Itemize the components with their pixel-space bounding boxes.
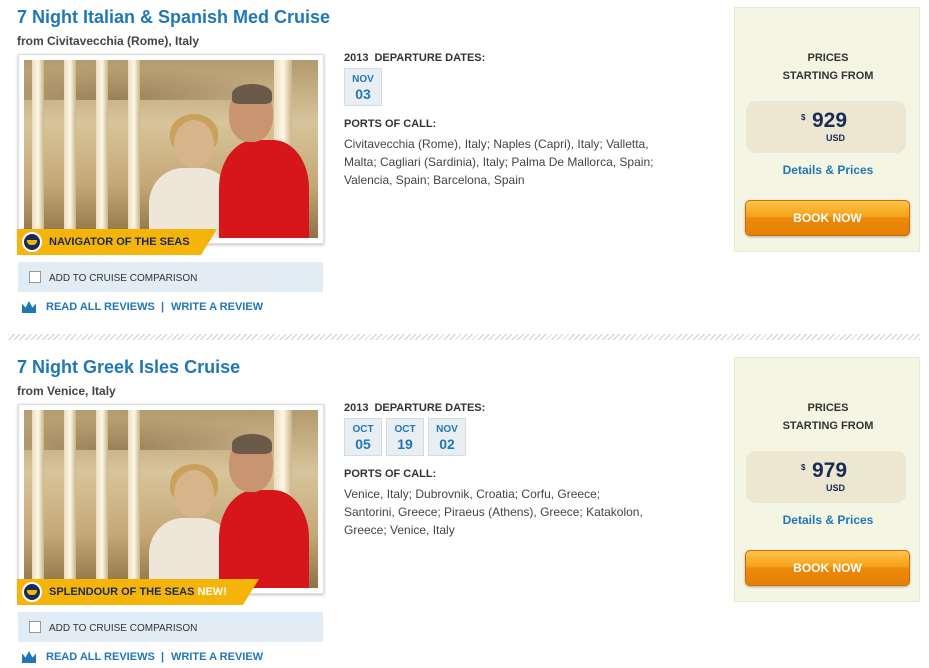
cruise-listing: 7 Night Italian & Spanish Med Cruise fro… xyxy=(0,0,929,330)
starting-from-label: STARTING FROM xyxy=(782,70,874,82)
date-month: NOV xyxy=(352,74,374,85)
departure-date-button[interactable]: OCT 05 xyxy=(344,418,382,456)
cruise-title-link[interactable]: 7 Night Italian & Spanish Med Cruise xyxy=(17,7,330,28)
ship-icon xyxy=(22,582,42,602)
prices-heading: PRICES STARTING FROM xyxy=(735,399,921,435)
compare-checkbox[interactable] xyxy=(29,621,41,633)
currency-code: USD xyxy=(826,483,846,493)
compare-label[interactable]: ADD TO CRUISE COMPARISON xyxy=(49,273,197,284)
departure-port: from Venice, Italy xyxy=(17,384,116,398)
details-prices-link[interactable]: Details & Prices xyxy=(735,163,921,177)
ship-name: SPLENDOUR OF THE SEAS xyxy=(49,586,195,598)
departure-year: 2013 xyxy=(344,52,369,64)
prices-heading: PRICES STARTING FROM xyxy=(735,49,921,85)
crown-icon xyxy=(22,301,36,313)
prices-label: PRICES xyxy=(807,52,849,64)
write-review-link[interactable]: WRITE A REVIEW xyxy=(171,651,263,663)
compare-label[interactable]: ADD TO CRUISE COMPARISON xyxy=(49,623,197,634)
listing-divider xyxy=(8,334,920,340)
date-month: NOV xyxy=(436,424,458,435)
date-day: 03 xyxy=(355,86,371,102)
cruise-listing: 7 Night Greek Isles Cruise from Venice, … xyxy=(0,350,929,668)
details-prices-link[interactable]: Details & Prices xyxy=(735,513,921,527)
currency-symbol: $ xyxy=(801,113,806,122)
starting-from-label: STARTING FROM xyxy=(782,420,874,432)
cruise-title-link[interactable]: 7 Night Greek Isles Cruise xyxy=(17,357,240,378)
price-box: PRICES STARTING FROM $ 929 USD Details &… xyxy=(734,7,920,252)
departure-date-button[interactable]: OCT 19 xyxy=(386,418,424,456)
currency-code: USD xyxy=(826,133,846,143)
date-day: 02 xyxy=(439,436,455,452)
price-display: $ 979 USD xyxy=(746,451,906,503)
price-amount: 979 xyxy=(812,459,848,482)
date-day: 19 xyxy=(397,436,413,452)
departure-label: DEPARTURE DATES: xyxy=(374,52,486,64)
new-badge: NEW! xyxy=(197,586,227,598)
price-box: PRICES STARTING FROM $ 979 USD Details &… xyxy=(734,357,920,602)
date-day: 05 xyxy=(355,436,371,452)
departure-dates-heading: 2013 DEPARTURE DATES: xyxy=(344,402,485,414)
ship-name: NAVIGATOR OF THE SEAS xyxy=(49,236,190,248)
price-amount: 929 xyxy=(812,109,848,132)
departure-port: from Civitavecchia (Rome), Italy xyxy=(17,34,200,48)
crown-icon xyxy=(22,651,36,663)
cruise-photo[interactable] xyxy=(18,404,324,594)
ship-name-banner[interactable]: NAVIGATOR OF THE SEAS xyxy=(17,229,217,255)
cruise-photo-image xyxy=(24,60,318,238)
departure-date-button[interactable]: NOV 02 xyxy=(428,418,466,456)
read-reviews-link[interactable]: READ ALL REVIEWS xyxy=(46,651,155,663)
departure-year: 2013 xyxy=(344,402,369,414)
cruise-comparison-row: ADD TO CRUISE COMPARISON xyxy=(18,612,323,642)
ship-icon xyxy=(22,232,42,252)
link-separator: | xyxy=(161,301,165,313)
date-month: OCT xyxy=(394,424,416,435)
book-now-button[interactable]: BOOK NOW xyxy=(745,550,910,586)
link-separator: | xyxy=(161,651,165,663)
cruise-comparison-row: ADD TO CRUISE COMPARISON xyxy=(18,262,323,292)
ports-list: Venice, Italy; Dubrovnik, Croatia; Corfu… xyxy=(344,487,643,537)
book-now-button[interactable]: BOOK NOW xyxy=(745,200,910,236)
departure-label: DEPARTURE DATES: xyxy=(374,402,486,414)
ports-heading: PORTS OF CALL: xyxy=(344,118,437,130)
date-month: OCT xyxy=(352,424,374,435)
ports-heading: PORTS OF CALL: xyxy=(344,468,437,480)
compare-checkbox[interactable] xyxy=(29,271,41,283)
currency-symbol: $ xyxy=(801,463,806,472)
departure-dates-heading: 2013 DEPARTURE DATES: xyxy=(344,52,485,64)
write-review-link[interactable]: WRITE A REVIEW xyxy=(171,301,263,313)
cruise-photo[interactable] xyxy=(18,54,324,244)
prices-label: PRICES xyxy=(807,402,849,414)
price-display: $ 929 USD xyxy=(746,101,906,153)
read-reviews-link[interactable]: READ ALL REVIEWS xyxy=(46,301,155,313)
ship-name-banner[interactable]: SPLENDOUR OF THE SEAS NEW! xyxy=(17,579,259,605)
cruise-photo-image xyxy=(24,410,318,588)
departure-date-button[interactable]: NOV 03 xyxy=(344,68,382,106)
ports-list: Civitavecchia (Rome), Italy; Naples (Cap… xyxy=(344,137,654,187)
